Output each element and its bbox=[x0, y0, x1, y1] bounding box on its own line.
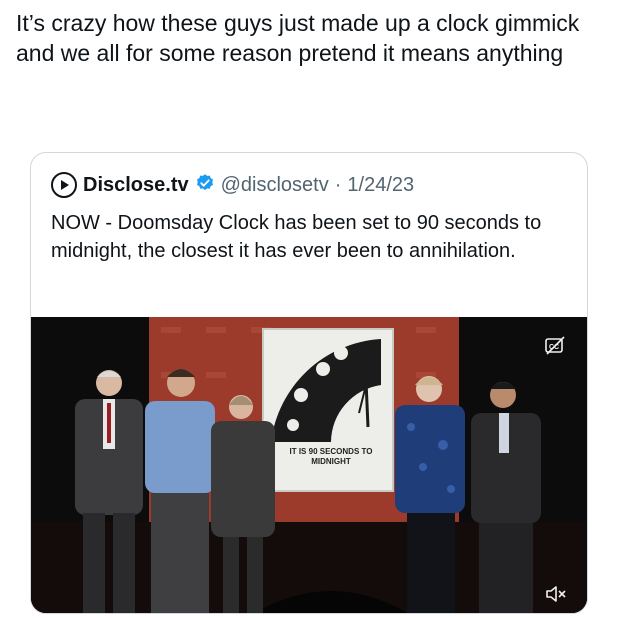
author-name[interactable]: Disclose.tv bbox=[83, 174, 189, 197]
video-player[interactable]: IT IS 90 SECONDS TO MIDNIGHT CC bbox=[31, 317, 587, 613]
disclose-tv-logo-icon[interactable] bbox=[51, 172, 77, 198]
clock-caption: IT IS 90 SECONDS TO MIDNIGHT bbox=[289, 447, 373, 466]
quoted-post-header: Disclose.tv @disclosetv · 1/24/23 bbox=[51, 171, 414, 199]
author-handle[interactable]: @disclosetv bbox=[221, 174, 329, 197]
volume-muted-icon[interactable] bbox=[543, 583, 569, 605]
post-date[interactable]: 1/24/23 bbox=[347, 174, 414, 197]
quoted-post-text: NOW - Doomsday Clock has been set to 90 … bbox=[51, 212, 542, 262]
header-separator: · bbox=[334, 173, 342, 196]
quoted-post-card[interactable]: Disclose.tv @disclosetv · 1/24/23 NOW - … bbox=[30, 152, 588, 614]
closed-captions-icon[interactable]: CC bbox=[543, 335, 567, 357]
verified-badge-icon bbox=[195, 173, 215, 198]
post-text: It’s crazy how these guys just made up a… bbox=[16, 10, 580, 66]
